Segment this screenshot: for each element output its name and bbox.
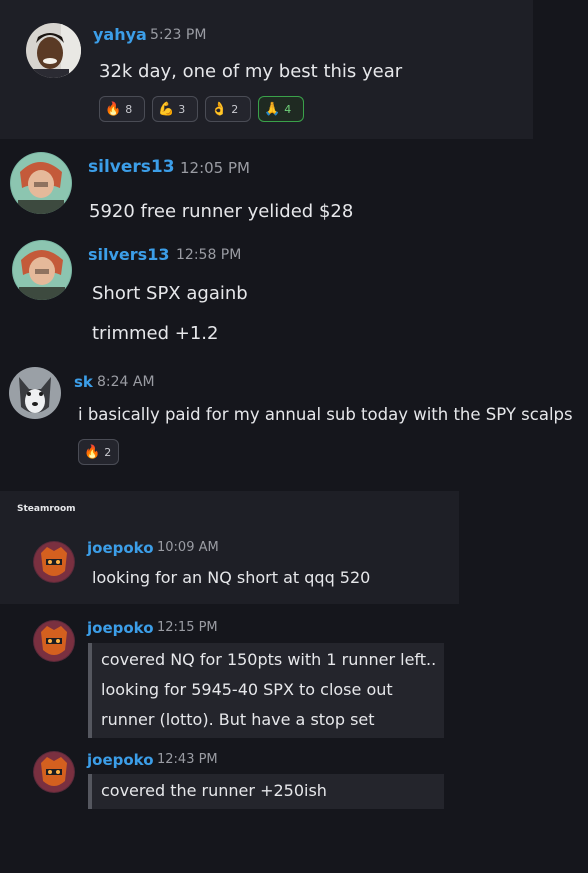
message-text: i basically paid for my annual sub today… [78,405,573,424]
quote-block: covered the runner +250ish [88,774,444,809]
author-name[interactable]: silvers13 [88,245,169,264]
avatar[interactable] [26,23,81,78]
author-name[interactable]: joepoko [87,751,154,769]
message-line: trimmed +1.2 [92,323,219,344]
timestamp: 10:09 AM [157,540,219,555]
ok-hand-emoji-icon: 👌 [211,101,228,117]
quote-line: runner (lotto). But have a stop set [101,710,375,729]
author-name[interactable]: sk [74,373,93,391]
fire-emoji-icon: 🔥 [105,101,122,117]
message-line: Short SPX againb [92,283,248,304]
reaction-count: 8 [125,102,133,116]
timestamp: 12:05 PM [180,159,250,177]
quote-line: covered the runner +250ish [101,781,327,800]
avatar[interactable] [33,620,75,662]
reaction-flexed-biceps[interactable]: 💪 3 [152,96,198,122]
reaction-count: 2 [104,445,112,459]
channel-label[interactable]: Steamroom [17,504,76,514]
reaction-folded-hands[interactable]: 🙏 4 [258,96,304,122]
reaction-count: 2 [231,102,239,116]
avatar[interactable] [10,152,72,214]
folded-hands-emoji-icon: 🙏 [264,101,281,117]
reaction-count: 3 [178,102,186,116]
avatar[interactable] [33,751,75,793]
timestamp: 12:15 PM [157,620,218,635]
timestamp: 5:23 PM [150,27,207,43]
author-name[interactable]: joepoko [87,619,154,637]
reaction-count: 4 [284,102,292,116]
avatar[interactable] [9,367,61,419]
quote-line: looking for 5945-40 SPX to close out [101,680,393,699]
author-name[interactable]: yahya [93,25,147,44]
reaction-ok-hand[interactable]: 👌 2 [205,96,251,122]
author-name[interactable]: joepoko [87,539,154,557]
timestamp: 12:58 PM [176,247,242,263]
fire-emoji-icon: 🔥 [84,444,101,460]
flexed-biceps-emoji-icon: 💪 [158,101,175,117]
timestamp: 12:43 PM [157,752,218,767]
timestamp: 8:24 AM [97,374,155,390]
reaction-fire[interactable]: 🔥 8 [99,96,145,122]
avatar[interactable] [33,541,75,583]
avatar[interactable] [12,240,72,300]
message-text: 32k day, one of my best this year [99,61,403,82]
reaction-fire[interactable]: 🔥 2 [78,439,119,465]
message-text: looking for an NQ short at qqq 520 [92,568,371,587]
quote-line: covered NQ for 150pts with 1 runner left… [101,650,437,669]
message-text: 5920 free runner yelided $28 [89,201,354,222]
author-name[interactable]: silvers13 [88,157,175,177]
quote-block: covered NQ for 150pts with 1 runner left… [88,643,444,738]
